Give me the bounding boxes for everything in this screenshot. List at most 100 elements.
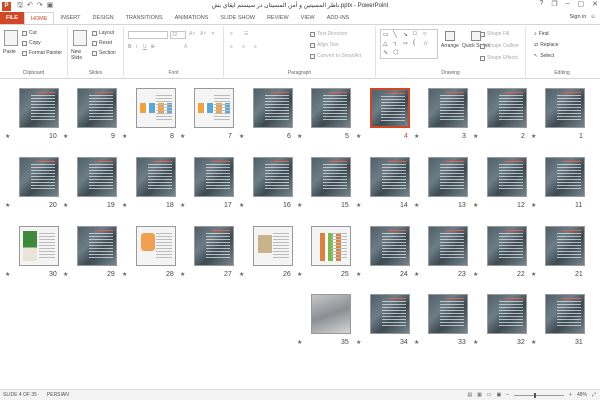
slide-animation-star-icon[interactable]: ★ <box>63 133 68 140</box>
textbox-shape-icon[interactable]: ▭ <box>383 31 389 38</box>
slide-animation-star-icon[interactable]: ★ <box>531 202 536 209</box>
slide-animation-star-icon[interactable]: ★ <box>239 202 244 209</box>
new-slide-icon[interactable] <box>73 30 87 46</box>
slide-preview[interactable] <box>136 226 176 266</box>
tab-animations[interactable]: ANIMATIONS <box>169 12 215 24</box>
tab-home[interactable]: HOME <box>23 12 55 24</box>
slide-thumbnail-10[interactable]: ★ 10 <box>5 88 59 140</box>
slide-animation-star-icon[interactable]: ★ <box>122 271 127 278</box>
slide-preview[interactable] <box>77 226 117 266</box>
brace-shape-icon[interactable]: { <box>413 40 415 46</box>
reset-button[interactable]: Reset <box>92 40 112 46</box>
line-shape-icon[interactable]: ╲ <box>393 31 397 38</box>
present-icon[interactable]: ▣ <box>47 1 54 12</box>
slide-preview[interactable] <box>545 226 585 266</box>
slide-preview[interactable] <box>19 226 59 266</box>
zoom-in-button[interactable]: + <box>569 392 572 398</box>
slide-preview[interactable] <box>487 88 527 128</box>
slide-thumbnail-9[interactable]: ★ 9 <box>63 88 117 140</box>
slide-preview[interactable] <box>194 88 234 128</box>
slide-preview[interactable] <box>194 157 234 197</box>
slide-thumbnail-32[interactable]: ★ 32 <box>473 294 527 346</box>
slide-animation-star-icon[interactable]: ★ <box>63 202 68 209</box>
slide-thumbnail-26[interactable]: ★ 26 <box>239 226 293 278</box>
slide-animation-star-icon[interactable]: ★ <box>356 271 361 278</box>
slide-preview[interactable] <box>19 88 59 128</box>
slide-preview[interactable] <box>428 88 468 128</box>
slide-thumbnail-6[interactable]: ★ 6 <box>239 88 293 140</box>
format-painter-button[interactable]: Format Painter <box>22 50 62 56</box>
clear-format-icon[interactable]: ✕ <box>211 31 215 37</box>
slide-animation-star-icon[interactable]: ★ <box>180 202 185 209</box>
shapes-gallery[interactable]: ▭ ╲ ↘ □ ○ △ ┐ ⇨ { ☆ ∿ ⬡ <box>380 29 438 59</box>
slide-animation-star-icon[interactable]: ★ <box>531 339 536 346</box>
slide-animation-star-icon[interactable]: ★ <box>356 202 361 209</box>
view-sorter-icon[interactable]: ▦ <box>477 392 482 398</box>
slide-preview[interactable] <box>136 88 176 128</box>
slide-preview[interactable] <box>487 226 527 266</box>
font-name-combo[interactable] <box>128 31 168 39</box>
tab-insert[interactable]: INSERT <box>54 12 86 24</box>
slide-preview[interactable] <box>253 226 293 266</box>
slide-preview[interactable] <box>487 294 527 334</box>
slide-thumbnail-5[interactable]: ★ 5 <box>297 88 351 140</box>
slide-preview[interactable] <box>545 88 585 128</box>
view-normal-icon[interactable]: ▤ <box>467 392 472 398</box>
copy-button[interactable]: Copy <box>22 40 41 46</box>
slide-thumbnail-13[interactable]: ★ 13 <box>414 157 468 209</box>
slide-thumbnail-28[interactable]: ★ 28 <box>122 226 176 278</box>
slide-thumbnail-8[interactable]: ★ 8 <box>122 88 176 140</box>
slide-preview[interactable] <box>311 88 351 128</box>
tab-design[interactable]: DESIGN <box>87 12 120 24</box>
slide-animation-star-icon[interactable]: ★ <box>180 271 185 278</box>
undo-icon[interactable]: ↶ <box>27 1 33 12</box>
slide-thumbnail-15[interactable]: ★ 15 <box>297 157 351 209</box>
slide-preview[interactable] <box>370 88 410 128</box>
slide-thumbnail-12[interactable]: ★ 12 <box>473 157 527 209</box>
slide-thumbnail-2[interactable]: ★ 2 <box>473 88 527 140</box>
slide-thumbnail-25[interactable]: ★ 25 <box>297 226 351 278</box>
slide-preview[interactable] <box>19 157 59 197</box>
font-size-combo[interactable]: 32 <box>170 31 186 39</box>
minimize-button[interactable]: – <box>566 0 570 8</box>
slide-animation-star-icon[interactable]: ★ <box>297 271 302 278</box>
arrange-button[interactable]: Arrange <box>441 31 459 49</box>
layout-button[interactable]: Layout <box>92 30 114 36</box>
slide-preview[interactable] <box>311 226 351 266</box>
slide-preview[interactable] <box>428 294 468 334</box>
sign-in[interactable]: Sign in ☺ <box>570 14 596 20</box>
slide-animation-star-icon[interactable]: ★ <box>297 202 302 209</box>
font-color-icon[interactable]: A <box>184 44 187 50</box>
slide-preview[interactable] <box>77 157 117 197</box>
slide-thumbnail-27[interactable]: ★ 27 <box>180 226 234 278</box>
slide-preview[interactable] <box>77 88 117 128</box>
arrow-right-shape-icon[interactable]: ⇨ <box>403 40 408 47</box>
curve-shape-icon[interactable]: ∿ <box>383 49 388 56</box>
numbering-icon[interactable]: ☰ <box>244 31 248 37</box>
slide-animation-star-icon[interactable]: ★ <box>63 271 68 278</box>
text-direction-button[interactable]: Text Direction <box>310 31 347 37</box>
tab-review[interactable]: REVIEW <box>261 12 295 24</box>
italic-icon[interactable]: I <box>136 44 137 50</box>
sign-in-label[interactable]: Sign in <box>570 14 587 20</box>
star-shape-icon[interactable]: ☆ <box>423 40 428 47</box>
slide-preview[interactable] <box>370 294 410 334</box>
slide-animation-star-icon[interactable]: ★ <box>531 271 536 278</box>
slide-thumbnail-33[interactable]: ★ 33 <box>414 294 468 346</box>
slide-thumbnail-34[interactable]: ★ 34 <box>356 294 410 346</box>
tab-add-ins[interactable]: ADD-INS <box>321 12 356 24</box>
slide-thumbnail-1[interactable]: ★ 1 <box>531 88 585 140</box>
slide-thumbnail-3[interactable]: ★ 3 <box>414 88 468 140</box>
triangle-shape-icon[interactable]: △ <box>383 40 388 47</box>
slide-animation-star-icon[interactable]: ★ <box>473 133 478 140</box>
align-left-icon[interactable]: ≡ <box>230 44 233 50</box>
slide-animation-star-icon[interactable]: ★ <box>122 133 127 140</box>
replace-button[interactable]: ⇄ Replace <box>534 42 559 48</box>
slide-preview[interactable] <box>253 157 293 197</box>
slide-animation-star-icon[interactable]: ★ <box>414 339 419 346</box>
grow-font-icon[interactable]: A˄ <box>189 31 195 37</box>
slide-animation-star-icon[interactable]: ★ <box>239 133 244 140</box>
slide-preview[interactable] <box>545 294 585 334</box>
save-icon[interactable]: 🖫 <box>17 1 23 12</box>
redo-icon[interactable]: ↷ <box>37 1 43 12</box>
